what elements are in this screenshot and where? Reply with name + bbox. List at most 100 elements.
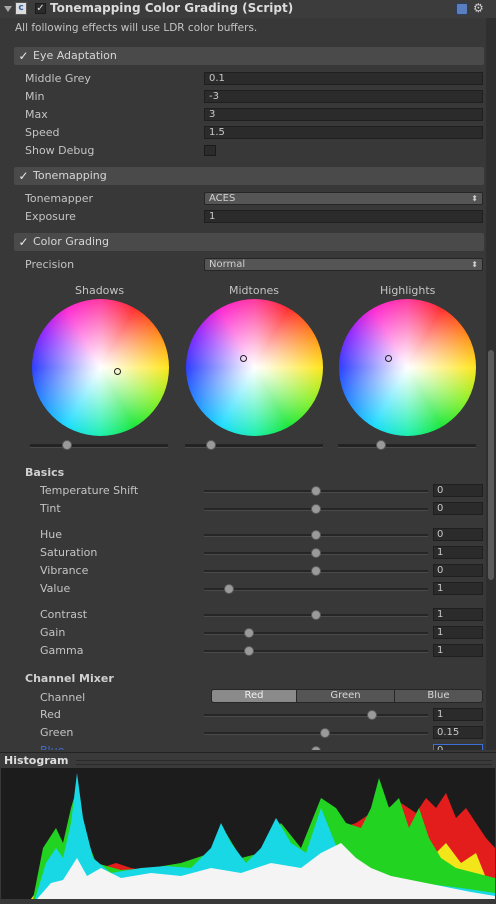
value-label: Value: [40, 582, 71, 595]
highlights-offset-slider[interactable]: [376, 440, 386, 450]
tint-field[interactable]: 0: [433, 502, 483, 515]
shadows-offset-slider[interactable]: [62, 440, 72, 450]
component-header: c ✓ Tonemapping Color Grading (Script) ⚙: [0, 0, 496, 18]
vibrance-slider-thumb[interactable]: [311, 566, 321, 576]
dropdown-arrow-icon: ⬍: [471, 194, 478, 203]
gain-slider-thumb[interactable]: [244, 628, 254, 638]
precision-value: Normal: [209, 259, 246, 270]
contrast-slider-thumb[interactable]: [311, 610, 321, 620]
highlights-label: Highlights: [380, 284, 436, 297]
value-field[interactable]: 1: [433, 582, 483, 595]
midtones-wheel-handle[interactable]: [240, 355, 247, 362]
vibrance-label: Vibrance: [40, 564, 89, 577]
precision-label: Precision: [25, 258, 75, 271]
tint-label: Tint: [40, 502, 61, 515]
mixer-red-field[interactable]: 1: [433, 708, 483, 721]
channel-tab-blue[interactable]: Blue: [394, 689, 483, 703]
histogram-header[interactable]: Histogram: [0, 752, 496, 769]
gamma-label: Gamma: [40, 644, 84, 657]
component-enabled-checkbox[interactable]: ✓: [35, 3, 46, 14]
speed-field[interactable]: 1.5: [204, 126, 483, 139]
channel-label: Channel: [40, 691, 86, 704]
section-tonemapping[interactable]: ✓ Tonemapping: [14, 167, 484, 185]
show-debug-label: Show Debug: [25, 144, 95, 157]
speed-label: Speed: [25, 126, 60, 139]
gain-label: Gain: [40, 626, 66, 639]
gain-slider-track[interactable]: [204, 632, 428, 635]
shadows-label: Shadows: [75, 284, 125, 297]
hue-slider-thumb[interactable]: [311, 530, 321, 540]
value-slider-thumb[interactable]: [224, 584, 234, 594]
section-title: Tonemapping: [33, 169, 107, 182]
temperature-shift-label: Temperature Shift: [40, 484, 139, 497]
highlights-offset-track[interactable]: [338, 444, 476, 448]
saturation-field[interactable]: 1: [433, 546, 483, 559]
shadows-wheel-handle[interactable]: [114, 368, 121, 375]
value-slider-track[interactable]: [204, 588, 428, 591]
gain-field[interactable]: 1: [433, 626, 483, 639]
tonemapper-dropdown[interactable]: ACES ⬍: [204, 192, 483, 205]
ldr-note: All following effects will use LDR color…: [15, 22, 258, 34]
channel-mixer-heading: Channel Mixer: [25, 672, 114, 685]
max-field[interactable]: 3: [204, 108, 483, 121]
gamma-slider-track[interactable]: [204, 650, 428, 653]
checkmark-icon[interactable]: ✓: [18, 236, 29, 248]
mixer-green-slider-track[interactable]: [204, 732, 428, 735]
exposure-field[interactable]: 1: [204, 210, 483, 223]
mixer-green-label: Green: [40, 726, 74, 739]
component-title: Tonemapping Color Grading (Script): [50, 1, 294, 15]
saturation-label: Saturation: [40, 546, 98, 559]
midtones-offset-slider[interactable]: [206, 440, 216, 450]
contrast-field[interactable]: 1: [433, 608, 483, 621]
checkmark-icon[interactable]: ✓: [18, 170, 29, 182]
gear-icon[interactable]: ⚙: [473, 2, 485, 14]
highlights-color-wheel[interactable]: [339, 299, 476, 436]
inspector-clip-edge: [0, 750, 486, 752]
tonemapper-label: Tonemapper: [25, 192, 94, 205]
tint-slider-thumb[interactable]: [311, 504, 321, 514]
hue-label: Hue: [40, 528, 63, 541]
histogram-view: [1, 768, 495, 899]
precision-dropdown[interactable]: Normal ⬍: [204, 258, 483, 271]
shadows-offset-track[interactable]: [30, 444, 168, 448]
section-title: Eye Adaptation: [33, 49, 117, 62]
inspector-scrollbar-thumb[interactable]: [488, 350, 494, 580]
section-eye-adaptation[interactable]: ✓ Eye Adaptation: [14, 47, 484, 65]
checkmark-icon[interactable]: ✓: [18, 50, 29, 62]
mixer-red-label: Red: [40, 708, 61, 721]
tonemapper-value: ACES: [209, 193, 236, 204]
middle-grey-label: Middle Grey: [25, 72, 91, 85]
gamma-field[interactable]: 1: [433, 644, 483, 657]
histogram-title: Histogram: [4, 754, 69, 767]
vibrance-field[interactable]: 0: [433, 564, 483, 577]
show-debug-checkbox[interactable]: [204, 145, 216, 156]
middle-grey-field[interactable]: 0.1: [204, 72, 483, 85]
hue-field[interactable]: 0: [433, 528, 483, 541]
midtones-color-wheel[interactable]: [186, 299, 323, 436]
midtones-label: Midtones: [229, 284, 280, 297]
mixer-green-field[interactable]: 0.15: [433, 726, 483, 739]
mixer-red-slider-thumb[interactable]: [367, 710, 377, 720]
fold-arrow-icon[interactable]: [4, 6, 12, 12]
saturation-slider-thumb[interactable]: [311, 548, 321, 558]
highlights-wheel-handle[interactable]: [385, 355, 392, 362]
channel-tab-green[interactable]: Green: [296, 689, 395, 703]
script-icon: c: [15, 2, 27, 15]
drag-handle[interactable]: [76, 760, 492, 765]
min-label: Min: [25, 90, 45, 103]
shadows-color-wheel[interactable]: [32, 299, 169, 436]
max-label: Max: [25, 108, 48, 121]
mixer-red-slider-track[interactable]: [204, 714, 428, 717]
temperature-shift-slider-thumb[interactable]: [311, 486, 321, 496]
section-color-grading[interactable]: ✓ Color Grading: [14, 233, 484, 251]
channel-tab-red[interactable]: Red: [211, 689, 297, 703]
basics-heading: Basics: [25, 466, 65, 479]
min-field[interactable]: -3: [204, 90, 483, 103]
temperature-shift-field[interactable]: 0: [433, 484, 483, 497]
gamma-slider-thumb[interactable]: [244, 646, 254, 656]
mixer-green-slider-thumb[interactable]: [320, 728, 330, 738]
section-title: Color Grading: [33, 235, 109, 248]
help-book-icon[interactable]: [456, 3, 468, 15]
contrast-label: Contrast: [40, 608, 88, 621]
histogram-graph: [1, 773, 495, 899]
